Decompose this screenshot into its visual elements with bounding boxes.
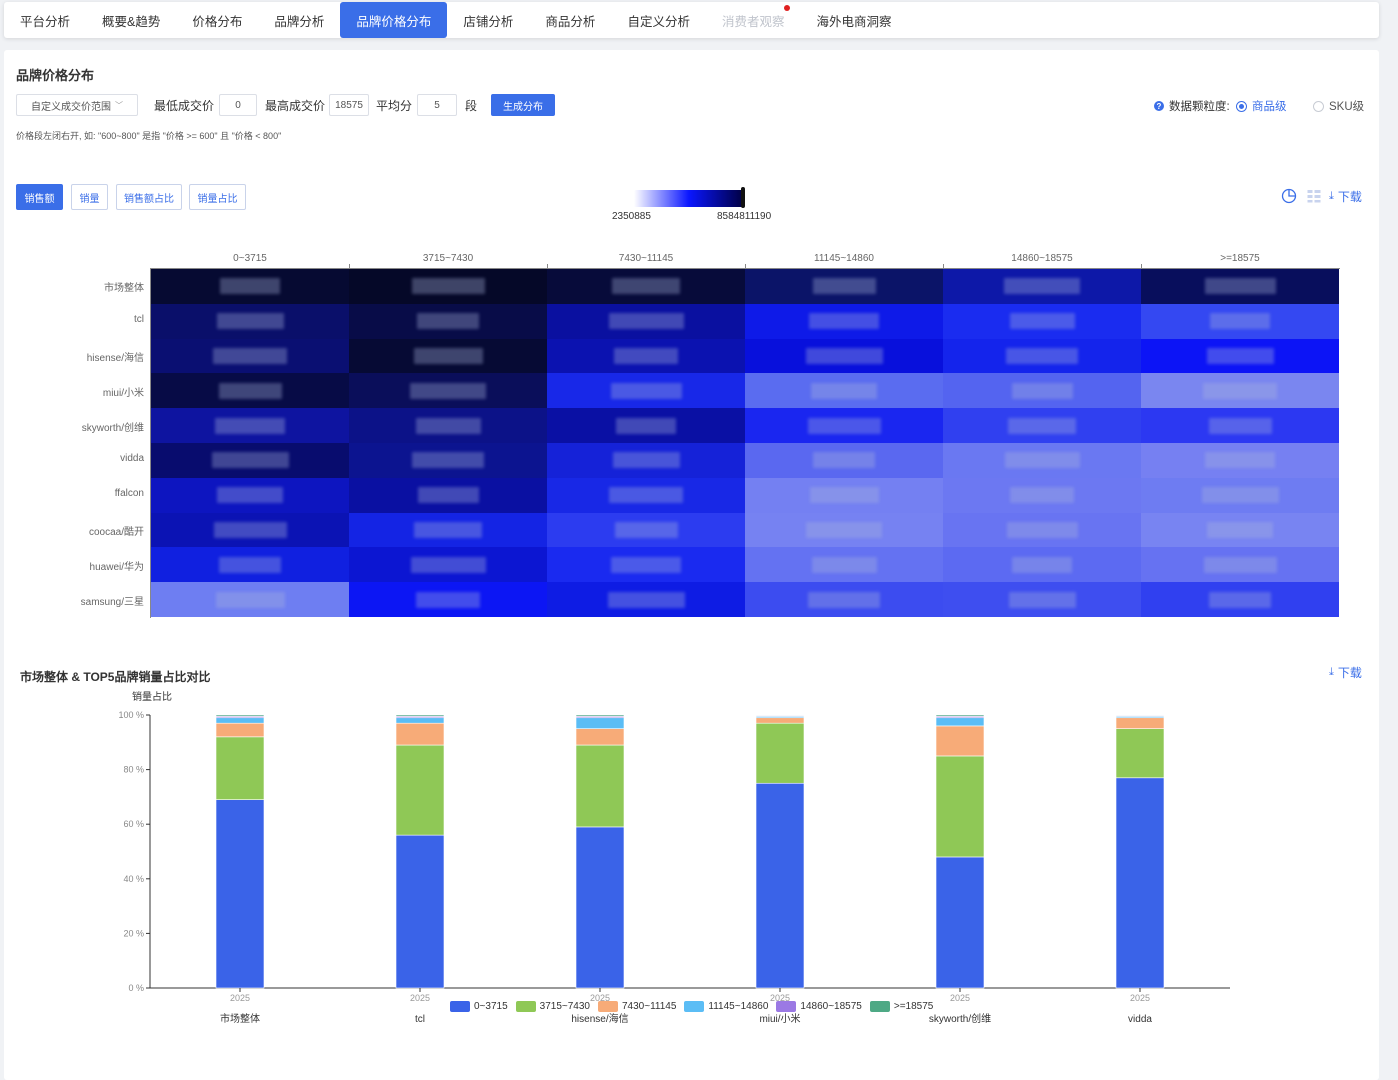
legend-item[interactable]: 0~3715	[450, 1001, 508, 1012]
bar-segment	[935, 725, 985, 757]
x-category-label: 市场整体	[220, 1012, 260, 1025]
bar-segment	[575, 744, 625, 828]
y-axis-title: 销量占比	[132, 690, 172, 703]
bar-segment	[935, 717, 985, 727]
bar-segment	[575, 728, 625, 746]
legend-swatch	[776, 1001, 797, 1012]
y-tick-label: 20 %	[123, 928, 144, 938]
legend-item[interactable]: 11145~14860	[684, 1001, 768, 1012]
legend-swatch	[598, 1001, 618, 1012]
bar-segment	[935, 856, 985, 989]
legend-swatch	[869, 1001, 890, 1012]
bar-segment	[1115, 717, 1165, 729]
x-year-label: 2025	[1130, 993, 1150, 1003]
bar-segment	[1115, 728, 1165, 779]
x-category-label: miui/小米	[759, 1012, 800, 1025]
legend-item[interactable]: 14860~18575	[776, 1001, 862, 1012]
legend-swatch	[515, 1001, 536, 1012]
bar-segment	[215, 736, 265, 800]
x-year-label: 2025	[410, 993, 430, 1003]
stacked-bar-chart: 销量占比 0 % 20 % 40 % 60 % 80 % 100 % 2025 市场整体 2025…	[118, 690, 1230, 1025]
legend-label: >=18575	[893, 1001, 934, 1012]
x-category-label: tcl	[415, 1014, 425, 1025]
bar-segment	[935, 714, 985, 717]
bar-segment	[755, 782, 805, 989]
legend-label: 14860~18575	[800, 1001, 862, 1012]
y-tick-label: 80 %	[123, 765, 144, 775]
legend-swatch	[684, 1001, 705, 1012]
x-year-label: 2025	[950, 993, 970, 1003]
bar-segment	[395, 834, 445, 989]
bar-segment	[1115, 714, 1165, 716]
x-category-label: hisense/海信	[571, 1012, 628, 1025]
bar-segment	[755, 722, 805, 784]
bar-segment	[395, 714, 445, 717]
bar-segment	[755, 717, 805, 724]
legend-label: 11145~14860	[708, 1001, 769, 1012]
bar-segment	[1115, 777, 1165, 989]
bar-segment	[215, 799, 265, 989]
y-tick-label: 100 %	[118, 710, 144, 720]
chart-legend: 0~3715 3715~7430 7430~11145 11145~14860 1486…	[450, 1001, 941, 1012]
y-tick-label: 40 %	[123, 874, 144, 884]
legend-item[interactable]: 7430~11145	[598, 1001, 676, 1012]
bar-segment	[575, 826, 625, 989]
legend-item[interactable]: >=18575	[869, 1001, 934, 1012]
bar-segment	[215, 717, 265, 724]
legend-label: 3715~7430	[539, 1001, 590, 1012]
bar-segment	[935, 755, 985, 858]
x-year-label: 2025	[230, 993, 250, 1003]
legend-swatch	[450, 1001, 470, 1012]
x-category-label: vidda	[1128, 1014, 1152, 1025]
legend-item[interactable]: 3715~7430	[515, 1001, 590, 1012]
y-tick-label: 60 %	[123, 819, 144, 829]
legend-label: 0~3715	[474, 1001, 508, 1012]
bar-segment	[395, 717, 445, 724]
bar-segment	[755, 714, 805, 716]
bar-segment	[395, 722, 445, 746]
bar-segment	[395, 744, 445, 836]
bar-segment	[575, 714, 625, 717]
bar-segment	[575, 717, 625, 729]
bar-segment	[215, 714, 265, 717]
x-category-label: skyworth/创维	[929, 1012, 991, 1025]
y-tick-label: 0 %	[128, 983, 144, 993]
bar-segment	[215, 722, 265, 738]
legend-label: 7430~11145	[622, 1001, 677, 1012]
